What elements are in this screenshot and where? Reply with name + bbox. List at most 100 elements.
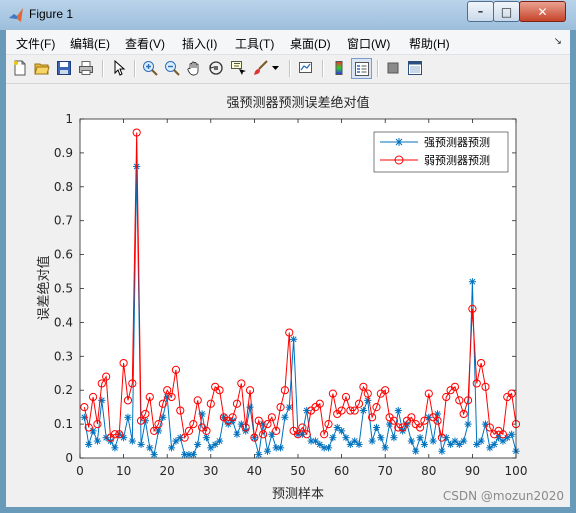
close-icon: ✕: [537, 4, 548, 19]
y-tick-label: 0.3: [54, 349, 73, 363]
data-point: [172, 437, 180, 445]
maximize-icon: □: [500, 4, 513, 19]
x-tick-label: 0: [76, 464, 84, 478]
edit-plot-arrow-icon[interactable]: [109, 58, 129, 78]
colorbar-icon[interactable]: [329, 58, 349, 78]
y-tick-label: 0.1: [54, 417, 73, 431]
legend-icon[interactable]: [351, 58, 372, 79]
data-point: [364, 396, 372, 404]
rotate-3d-icon[interactable]: [206, 58, 226, 78]
figure-toolbar: [6, 55, 570, 84]
x-tick-label: 30: [203, 464, 218, 478]
data-point: [211, 440, 219, 449]
data-point: [93, 437, 102, 445]
y-axis-label: 误差绝对值: [36, 255, 52, 320]
y-tick-label: 0.6: [54, 248, 73, 262]
y-tick-label: 1: [65, 112, 73, 126]
x-tick-label: 90: [465, 464, 480, 478]
x-tick-label: 10: [116, 464, 131, 478]
data-point: [338, 427, 346, 435]
legend[interactable]: 强预测器预测 弱预测器预测: [373, 131, 509, 173]
data-point: [233, 430, 241, 438]
data-point: [85, 440, 93, 449]
legend-label-weak: 弱预测器预测: [424, 154, 490, 167]
line-chart: 强预测器预测误差绝对值 预测样本 误差绝对值 0 10 20 30 40 50 60 70 80…: [36, 95, 564, 503]
y-tick-label: 0.7: [54, 214, 73, 228]
zoom-out-icon[interactable]: [162, 58, 182, 78]
data-point: [490, 440, 498, 449]
hide-plot-tools-icon[interactable]: [383, 58, 403, 78]
data-point: [202, 434, 211, 442]
data-point: [146, 444, 154, 452]
data-point: [329, 434, 337, 442]
data-point: [420, 440, 429, 449]
data-point: [429, 437, 437, 445]
data-point: [342, 434, 350, 442]
data-point: [276, 444, 285, 452]
data-cursor-icon[interactable]: [228, 58, 248, 78]
data-point: [351, 437, 359, 445]
chart-title: 强预测器预测误差绝对值: [226, 95, 369, 111]
title-bar[interactable]: Figure 1 – □ ✕: [0, 0, 576, 30]
data-point: [508, 430, 516, 438]
y-tick-label: 0.2: [54, 383, 73, 397]
menu-edit[interactable]: 编辑(E): [70, 35, 110, 52]
data-point: [215, 437, 224, 445]
data-point: [167, 444, 176, 452]
new-figure-icon[interactable]: [10, 58, 30, 78]
data-point: [486, 444, 494, 452]
menu-file[interactable]: 文件(F): [16, 35, 55, 52]
show-plot-tools-icon[interactable]: [405, 58, 425, 78]
brush-dropdown-icon[interactable]: [270, 58, 280, 78]
data-point: [438, 447, 446, 455]
print-icon[interactable]: [76, 58, 96, 78]
legend-marker-strong: [395, 138, 403, 146]
link-plot-icon[interactable]: [296, 58, 316, 78]
brush-icon[interactable]: [250, 58, 270, 78]
figure-canvas: 强预测器预测误差绝对值 预测样本 误差绝对值 0 10 20 30 40 50 60 70 80…: [6, 84, 570, 507]
data-point: [207, 444, 215, 452]
data-point: [381, 444, 389, 452]
data-point: [333, 423, 341, 432]
x-tick-label: 60: [334, 464, 349, 478]
dock-arrow-icon[interactable]: ↘: [554, 36, 562, 47]
menu-window[interactable]: 窗口(W): [347, 35, 390, 52]
menu-view[interactable]: 查看(V): [125, 35, 165, 52]
data-point: [137, 440, 145, 449]
data-point: [455, 440, 463, 449]
maximize-button[interactable]: □: [493, 1, 520, 22]
open-file-icon[interactable]: [32, 58, 52, 78]
data-point: [477, 437, 485, 445]
data-point: [407, 437, 415, 445]
data-point: [447, 440, 455, 449]
data-point: [372, 423, 381, 432]
x-tick-label: 80: [421, 464, 436, 478]
menu-tools[interactable]: 工具(T): [235, 35, 274, 52]
data-point: [111, 444, 119, 452]
csdn-watermark: CSDN @mozun2020: [443, 489, 564, 503]
x-tick-label: 50: [290, 464, 305, 478]
data-point: [390, 434, 398, 442]
menu-help[interactable]: 帮助(H): [409, 35, 450, 52]
data-point: [316, 440, 324, 449]
data-point: [311, 437, 320, 445]
matlab-logo-icon: [9, 8, 23, 22]
minimize-button[interactable]: –: [467, 1, 494, 22]
save-icon[interactable]: [54, 58, 74, 78]
y-tick-label: 0: [65, 451, 73, 465]
x-axis-label: 预测样本: [272, 487, 324, 502]
data-point: [368, 437, 376, 445]
y-tick-label: 0.8: [54, 180, 73, 194]
data-point: [189, 451, 197, 459]
data-point: [355, 440, 363, 449]
close-button[interactable]: ✕: [519, 1, 566, 22]
menu-bar: 文件(F) 编辑(E) 查看(V) 插入(I) 工具(T) 桌面(D) 窗口(W…: [6, 30, 570, 55]
data-point: [124, 413, 132, 421]
pan-hand-icon[interactable]: [184, 58, 204, 78]
x-tick-label: 40: [247, 464, 262, 478]
menu-insert[interactable]: 插入(I): [182, 35, 217, 52]
menu-desktop[interactable]: 桌面(D): [290, 35, 331, 52]
data-point: [464, 420, 472, 428]
data-point: [416, 434, 424, 442]
zoom-in-icon[interactable]: [140, 58, 160, 78]
